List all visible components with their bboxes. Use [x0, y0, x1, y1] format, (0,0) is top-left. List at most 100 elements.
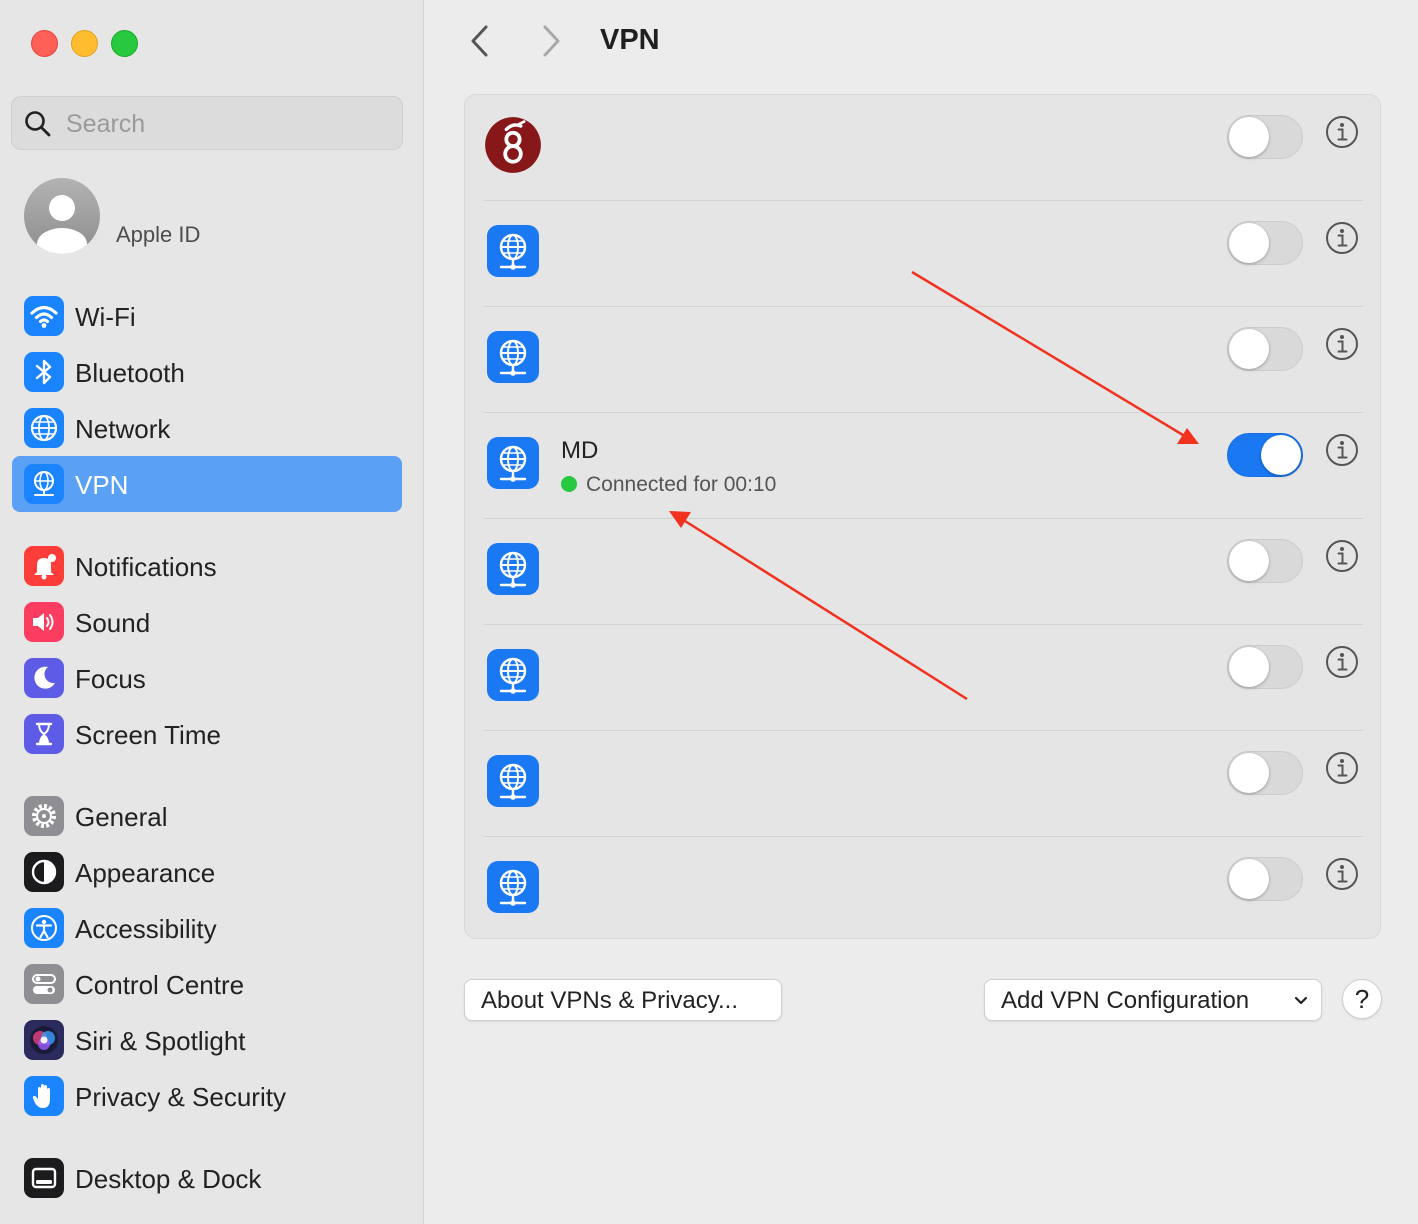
info-icon[interactable] — [1325, 221, 1359, 255]
vpn-globe-icon — [487, 543, 539, 595]
toggle-knob — [1261, 435, 1301, 475]
bluetooth-icon — [24, 352, 64, 392]
globe-icon — [24, 408, 64, 448]
sidebar-item-label: General — [75, 802, 168, 832]
vpn-row[interactable]: MD Connected for 00:10 — [465, 413, 1382, 519]
zoom-window-button[interactable] — [111, 30, 138, 57]
info-icon[interactable] — [1325, 857, 1359, 891]
sidebar-item-network[interactable]: Network — [12, 400, 402, 456]
sidebar-item-label: Appearance — [75, 858, 216, 888]
vpn-globe-icon — [24, 464, 64, 504]
back-button[interactable] — [468, 24, 492, 58]
appearance-icon — [24, 852, 64, 892]
sidebar-item-bluetooth[interactable]: Bluetooth — [12, 344, 402, 400]
sidebar-item-label: Privacy & Security — [75, 1082, 286, 1112]
sidebar-item-label: Sound — [75, 608, 151, 638]
vpn-list: MD Connected for 00:10 — [464, 94, 1381, 939]
sidebar-item-privacy-security[interactable]: Privacy & Security — [12, 1068, 402, 1124]
chevron-down-icon — [1294, 996, 1308, 1005]
vpn-toggle[interactable] — [1227, 433, 1303, 477]
toggle-knob — [1229, 647, 1269, 687]
info-icon[interactable] — [1325, 645, 1359, 679]
wireguard-icon — [484, 116, 542, 174]
add-vpn-configuration-button[interactable]: Add VPN Configuration — [984, 979, 1322, 1021]
vpn-toggle[interactable] — [1227, 221, 1303, 265]
vpn-toggle[interactable] — [1227, 857, 1303, 901]
toggle-knob — [1229, 117, 1269, 157]
sidebar-item-notifications[interactable]: Notifications — [12, 538, 402, 594]
sidebar-item-label: VPN — [75, 470, 129, 500]
sidebar-item-focus[interactable]: Focus — [12, 650, 402, 706]
hand-icon — [24, 1076, 64, 1116]
vpn-globe-icon — [487, 437, 539, 489]
sidebar-item-label: Siri & Spotlight — [75, 1026, 246, 1056]
toggle-knob — [1229, 753, 1269, 793]
vpn-row[interactable] — [465, 519, 1382, 625]
vpn-status: Connected for 00:10 — [561, 473, 776, 497]
info-icon[interactable] — [1325, 751, 1359, 785]
sidebar-item-general[interactable]: General — [12, 788, 402, 844]
vpn-row[interactable] — [465, 201, 1382, 307]
speaker-icon — [24, 602, 64, 642]
vpn-toggle[interactable] — [1227, 115, 1303, 159]
dock-icon — [24, 1158, 64, 1198]
gear-icon — [24, 796, 64, 836]
close-window-button[interactable] — [31, 30, 58, 57]
sidebar-item-siri-spotlight[interactable]: Siri & Spotlight — [12, 1012, 402, 1068]
vpn-status-text: Connected for 00:10 — [586, 473, 777, 496]
vpn-row[interactable] — [465, 307, 1382, 413]
toggle-knob — [1229, 223, 1269, 263]
vpn-toggle[interactable] — [1227, 539, 1303, 583]
sidebar-item-label: Bluetooth — [75, 358, 185, 388]
accessibility-icon — [24, 908, 64, 948]
avatar — [24, 178, 100, 254]
help-button[interactable]: ? — [1342, 979, 1382, 1019]
toggle-knob — [1229, 859, 1269, 899]
sidebar-item-label: Notifications — [75, 552, 217, 582]
search-icon — [25, 111, 51, 137]
sidebar-item-label: Network — [75, 414, 171, 444]
about-vpns-privacy-button[interactable]: About VPNs & Privacy... — [464, 979, 782, 1021]
vpn-row[interactable] — [465, 95, 1382, 201]
search-field[interactable] — [11, 96, 403, 150]
vpn-toggle[interactable] — [1227, 327, 1303, 371]
sidebar-item-accessibility[interactable]: Accessibility — [12, 900, 402, 956]
page-title: VPN — [600, 24, 660, 56]
sidebar-item-desktop-dock[interactable]: Desktop & Dock — [12, 1150, 402, 1206]
vpn-globe-icon — [487, 225, 539, 277]
search-input[interactable] — [64, 105, 388, 143]
hourglass-icon — [24, 714, 64, 754]
sidebar-item-appearance[interactable]: Appearance — [12, 844, 402, 900]
vpn-toggle[interactable] — [1227, 645, 1303, 689]
siri-icon — [24, 1020, 64, 1060]
info-icon[interactable] — [1325, 327, 1359, 361]
person-icon — [37, 195, 87, 254]
vpn-name: MD — [561, 437, 599, 464]
wifi-icon — [24, 296, 64, 336]
info-icon[interactable] — [1325, 433, 1359, 467]
sidebar-item-label: Focus — [75, 664, 146, 694]
vpn-globe-icon — [487, 755, 539, 807]
sidebar-item-sound[interactable]: Sound — [12, 594, 402, 650]
info-icon[interactable] — [1325, 539, 1359, 573]
vpn-toggle[interactable] — [1227, 751, 1303, 795]
sidebar-item-vpn[interactable]: VPN — [12, 456, 402, 512]
sidebar-item-screen-time[interactable]: Screen Time — [12, 706, 402, 762]
info-icon[interactable] — [1325, 115, 1359, 149]
sidebar-item-control-centre[interactable]: Control Centre — [12, 956, 402, 1012]
vpn-globe-icon — [487, 861, 539, 913]
minimize-window-button[interactable] — [71, 30, 98, 57]
sidebar-item-wi-fi[interactable]: Wi-Fi — [12, 288, 402, 344]
toggle-knob — [1229, 541, 1269, 581]
control-centre-icon — [24, 964, 64, 1004]
apple-id-label: Apple ID — [116, 222, 201, 247]
apple-id-item[interactable]: Apple ID — [24, 178, 394, 254]
vpn-row[interactable] — [465, 625, 1382, 731]
vpn-row[interactable] — [465, 837, 1382, 943]
sidebar-item-label: Screen Time — [75, 720, 221, 750]
vpn-row[interactable] — [465, 731, 1382, 837]
connected-status-dot — [561, 476, 577, 492]
forward-button[interactable] — [539, 24, 563, 58]
main-panel: VPN MD Connected for 00:10 About VPNs & P… — [424, 0, 1418, 1224]
sidebar: Apple ID Wi-Fi Bluetooth Network VPN Notific… — [0, 0, 424, 1224]
